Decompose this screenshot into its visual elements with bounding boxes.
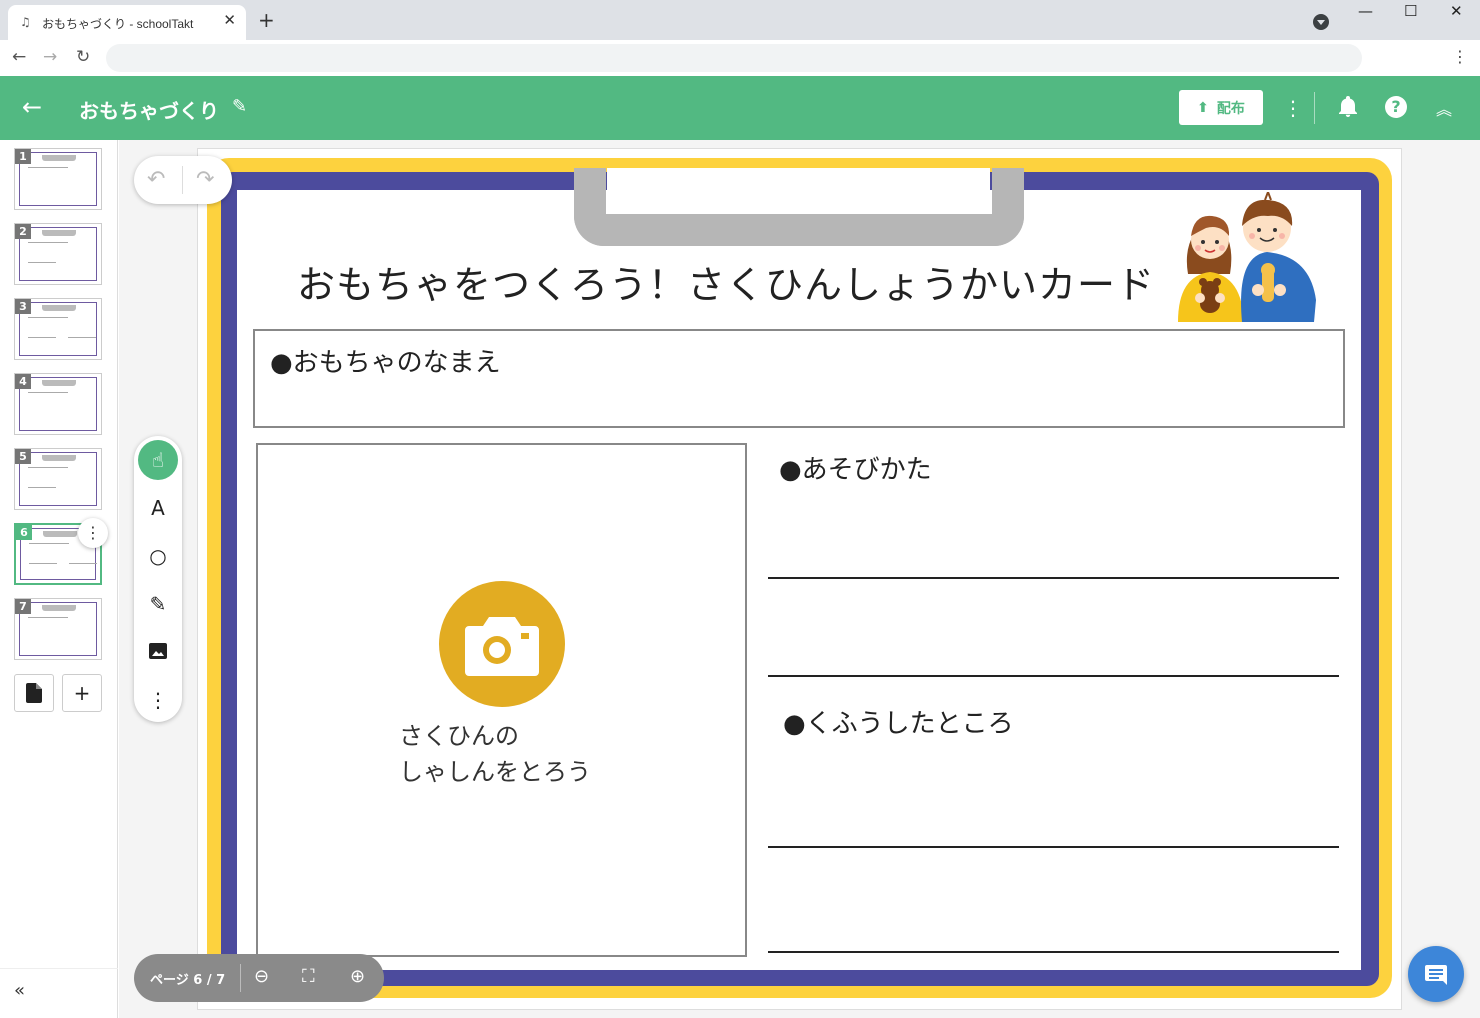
pager-divider — [240, 964, 241, 992]
page-thumbnail[interactable]: 3 — [14, 298, 102, 360]
thumbnail-line — [69, 563, 97, 564]
undo-icon[interactable]: ↶ — [147, 167, 165, 192]
address-bar[interactable] — [106, 44, 1362, 72]
page-thumbnail[interactable]: 2 — [14, 223, 102, 285]
help-icon[interactable]: ? — [1385, 96, 1407, 118]
thumbnail-clip — [42, 380, 76, 386]
page-indicator: ページ 6 / 7 — [150, 973, 226, 988]
thumbnail-line — [28, 467, 68, 468]
reload-icon[interactable]: ↻ — [76, 47, 90, 67]
writing-line — [768, 951, 1339, 953]
fit-page-icon[interactable]: ⛶ — [302, 966, 315, 987]
camera-button[interactable] — [439, 581, 565, 707]
page-thumbnail[interactable]: 5 — [14, 448, 102, 510]
page-navigator: ページ 6 / 7 ⊖ ⛶ ⊕ — [134, 954, 384, 1002]
page-number-badge: 5 — [15, 449, 31, 464]
photo-instruction-line2: しゃしんをとろう — [399, 758, 591, 786]
undo-redo-group: ↶ ↷ — [134, 156, 232, 204]
photo-instruction-line1: さくひんの — [399, 722, 519, 750]
undo-divider — [182, 166, 183, 194]
creative-points-label: ●くふうしたところ — [783, 709, 1014, 739]
writing-line — [768, 846, 1339, 848]
page-number-badge: 7 — [15, 599, 31, 614]
thumbnail-line — [28, 617, 68, 618]
close-window-button[interactable]: ✕ — [1450, 2, 1463, 20]
thumbnail-clip — [43, 531, 77, 537]
add-document-button[interactable] — [14, 674, 54, 712]
chat-button[interactable] — [1408, 946, 1464, 1002]
upload-icon: ⬆ — [1197, 99, 1209, 116]
page-number-badge: 2 — [15, 224, 31, 239]
page-title: おもちゃづくり — [79, 99, 219, 123]
pointer-tool-icon[interactable]: ☝ — [138, 440, 178, 480]
add-page-button[interactable]: + — [62, 674, 102, 712]
thumbnail-line — [68, 337, 96, 338]
thumbnail-clip — [42, 230, 76, 236]
toy-name-label: ●おもちゃのなまえ — [270, 348, 501, 378]
sidebar-divider — [0, 968, 118, 969]
page-number-badge: 6 — [16, 525, 32, 540]
page-thumbnail[interactable]: 1 — [14, 148, 102, 210]
thumbnail-clip — [42, 155, 76, 161]
tab-close-icon[interactable]: ✕ — [223, 11, 236, 29]
camera-icon — [465, 617, 539, 676]
writing-line — [768, 675, 1339, 677]
how-to-play-label: ●あそびかた — [779, 455, 932, 485]
page-number-badge: 3 — [15, 299, 31, 314]
back-icon[interactable]: ← — [12, 47, 26, 67]
browser-toolbar: ← → ↻ ⋮ — [0, 40, 1480, 76]
page-thumbnail[interactable]: 4 — [14, 373, 102, 435]
tab-title: おもちゃづくり - schoolTakt — [42, 17, 194, 31]
thumbnail-clip — [42, 455, 76, 461]
thumbnail-line — [28, 242, 68, 243]
thumbnail-line — [29, 563, 57, 564]
text-tool-icon[interactable]: A — [138, 488, 178, 528]
page-thumbnail[interactable]: 7 — [14, 598, 102, 660]
chat-icon — [1425, 965, 1447, 985]
collapse-sidebar-icon[interactable]: « — [14, 980, 25, 1001]
more-menu-icon[interactable]: ⋮ — [1283, 96, 1303, 120]
image-tool-icon[interactable] — [138, 632, 178, 672]
pen-tool-icon[interactable]: ✎ — [138, 584, 178, 624]
forward-icon[interactable]: → — [43, 47, 57, 67]
favicon-icon: ♫ — [20, 15, 31, 29]
thumbnail-line — [28, 317, 68, 318]
thumbnail-line — [28, 167, 68, 168]
children-illustration — [1170, 189, 1320, 322]
bell-icon[interactable] — [1338, 96, 1358, 123]
browser-tabbar: ♫ おもちゃづくり - schoolTakt ✕ + — ☐ ✕ — [0, 0, 1480, 40]
distribute-label: 配布 — [1216, 100, 1245, 117]
redo-icon[interactable]: ↷ — [196, 167, 214, 192]
maximize-button[interactable]: ☐ — [1404, 2, 1417, 20]
browser-menu-icon[interactable]: ⋮ — [1452, 47, 1468, 66]
thumbnail-line — [28, 337, 56, 338]
page-number-badge: 4 — [15, 374, 31, 389]
tab-search-icon[interactable] — [1313, 14, 1329, 30]
collapse-header-icon[interactable]: ︽ — [1436, 96, 1452, 120]
thumbnail-line — [28, 392, 68, 393]
thumbnail-clip — [42, 605, 76, 611]
shape-tool-icon[interactable]: ○ — [138, 536, 178, 576]
back-arrow-icon[interactable]: ← — [22, 94, 42, 120]
zoom-in-icon[interactable]: ⊕ — [350, 966, 365, 987]
page-number-badge: 1 — [15, 149, 31, 164]
writing-line — [768, 577, 1339, 579]
thumbnail-menu-icon[interactable]: ⋮ — [78, 518, 108, 548]
header-divider — [1314, 92, 1315, 124]
tool-palette: ☝ A ○ ✎ ⋮ — [134, 436, 182, 722]
more-tools-icon[interactable]: ⋮ — [138, 680, 178, 720]
zoom-out-icon[interactable]: ⊖ — [254, 966, 269, 987]
distribute-button[interactable]: ⬆ 配布 — [1179, 90, 1263, 125]
thumbnail-line — [28, 487, 56, 488]
app-header: ← おもちゃづくり ✎ ⬆ 配布 ⋮ ? ︽ — [0, 76, 1480, 140]
card-title: おもちゃをつくろう！さくひんしょうかいカード — [297, 263, 1156, 307]
thumbnail-line — [29, 543, 69, 544]
clipboard-clip-hole — [607, 168, 990, 214]
edit-title-icon[interactable]: ✎ — [232, 96, 247, 117]
thumbnail-line — [28, 262, 56, 263]
thumbnail-clip — [42, 305, 76, 311]
browser-tab[interactable]: ♫ おもちゃづくり - schoolTakt ✕ — [8, 5, 246, 40]
minimize-button[interactable]: — — [1358, 2, 1373, 20]
new-tab-button[interactable]: + — [258, 8, 275, 32]
